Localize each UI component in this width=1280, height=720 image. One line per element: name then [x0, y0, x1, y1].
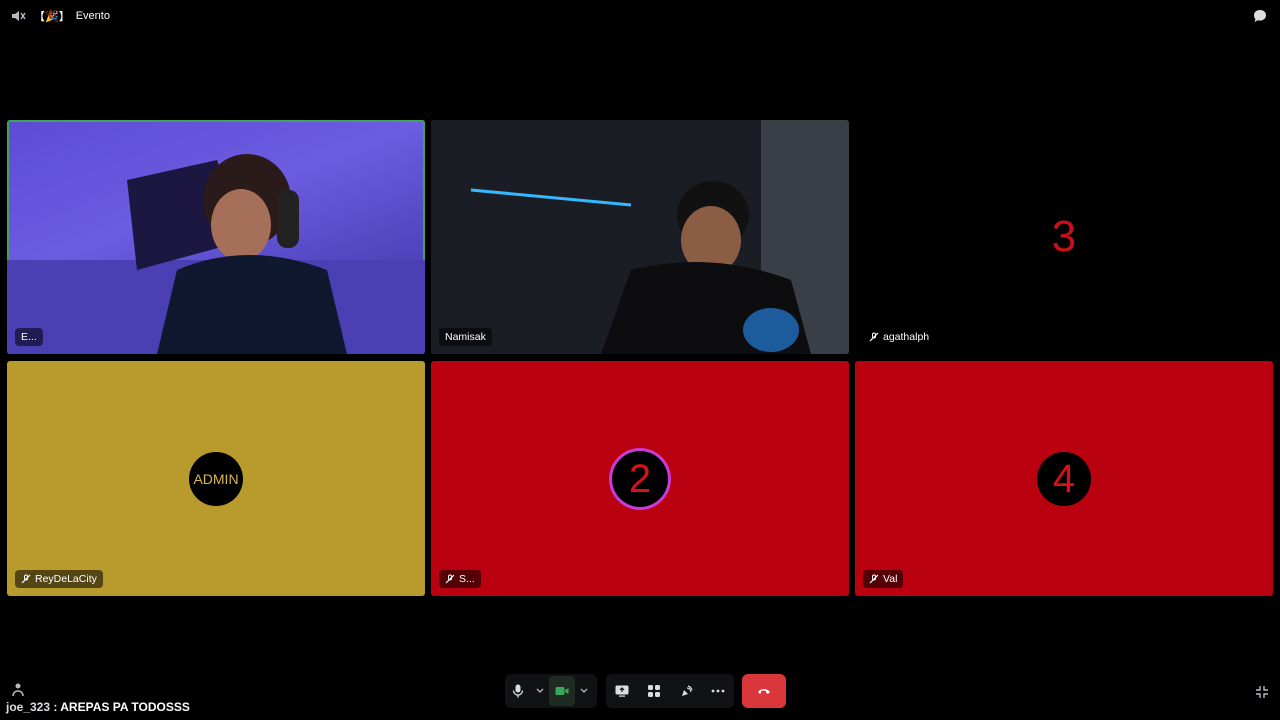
muted-mic-icon — [445, 574, 455, 584]
participant-label: ReyDeLaCity — [15, 570, 103, 588]
call-header: 【🎉】 Evento — [0, 0, 1280, 32]
channel-title: 【🎉】 Evento — [34, 8, 110, 24]
participant-label: Val — [863, 570, 904, 588]
hang-up-button[interactable] — [742, 674, 786, 708]
participant-video — [7, 154, 425, 354]
participant-avatar: 3 — [1051, 212, 1077, 261]
channel-prefix: 【🎉】 — [34, 11, 70, 23]
screen-share-button[interactable] — [607, 676, 637, 706]
participant-tile-3[interactable]: 3 agathalph — [855, 120, 1273, 354]
video-tile-1[interactable]: E... — [7, 120, 425, 354]
chat-overlay-message: joe_323 : AREPAS PA TODOSSS — [6, 700, 190, 714]
speaker-icon[interactable] — [10, 8, 26, 24]
participant-label: E... — [15, 328, 43, 346]
activity-status-icon[interactable] — [10, 682, 26, 698]
call-controls — [0, 674, 1280, 710]
participant-name: ReyDeLaCity — [35, 573, 97, 585]
participant-avatar: 4 — [1037, 452, 1091, 506]
more-icon — [711, 689, 725, 693]
channel-name: Evento — [75, 10, 110, 22]
microphone-icon — [512, 684, 524, 698]
exit-fullscreen-icon[interactable] — [1254, 684, 1270, 700]
participant-name: agathalph — [883, 331, 930, 343]
chevron-down-icon — [580, 688, 588, 693]
soundboard-button[interactable] — [671, 676, 701, 706]
participant-label: agathalph — [863, 328, 936, 346]
soundboard-icon — [681, 684, 693, 696]
mic-button[interactable] — [505, 676, 531, 706]
activities-icon — [648, 685, 660, 697]
video-tile-2[interactable]: Namisak — [431, 120, 849, 354]
muted-mic-icon — [21, 574, 31, 584]
participant-name: Val — [883, 573, 898, 585]
participant-name: Namisak — [445, 331, 486, 343]
participant-tile-4[interactable]: ADMIN ReyDeLaCity — [7, 361, 425, 596]
chevron-down-icon — [536, 688, 544, 693]
camera-button[interactable] — [549, 676, 575, 706]
more-button[interactable] — [703, 676, 733, 706]
chat-message-text: AREPAS PA TODOSSS — [60, 700, 190, 714]
participant-name: E... — [21, 331, 37, 343]
chat-bubble-icon[interactable] — [1252, 8, 1268, 24]
chat-username: joe_323 — [6, 700, 51, 714]
chat-separator: : — [50, 700, 61, 714]
participant-name: S... — [459, 573, 475, 585]
mic-options-button[interactable] — [531, 676, 549, 706]
muted-mic-icon — [869, 574, 879, 584]
participant-video — [431, 120, 849, 354]
participant-tile-6[interactable]: 4 Val — [855, 361, 1273, 596]
avatar-text: ADMIN — [193, 471, 239, 487]
tools-group — [606, 674, 734, 708]
mic-camera-group — [505, 674, 597, 708]
participant-tile-5[interactable]: 2 S... — [431, 361, 849, 596]
avatar-text: 4 — [1052, 456, 1076, 501]
participant-label: S... — [439, 570, 481, 588]
participant-label: Namisak — [439, 328, 492, 346]
camera-icon — [555, 687, 569, 695]
camera-options-button[interactable] — [575, 676, 593, 706]
hang-up-icon — [758, 689, 770, 694]
avatar-text: 2 — [628, 456, 652, 501]
screen-share-icon — [615, 685, 629, 697]
activities-button[interactable] — [639, 676, 669, 706]
participant-avatar: 2 — [612, 451, 668, 507]
muted-mic-icon — [869, 332, 879, 342]
participant-avatar: ADMIN — [189, 452, 243, 506]
